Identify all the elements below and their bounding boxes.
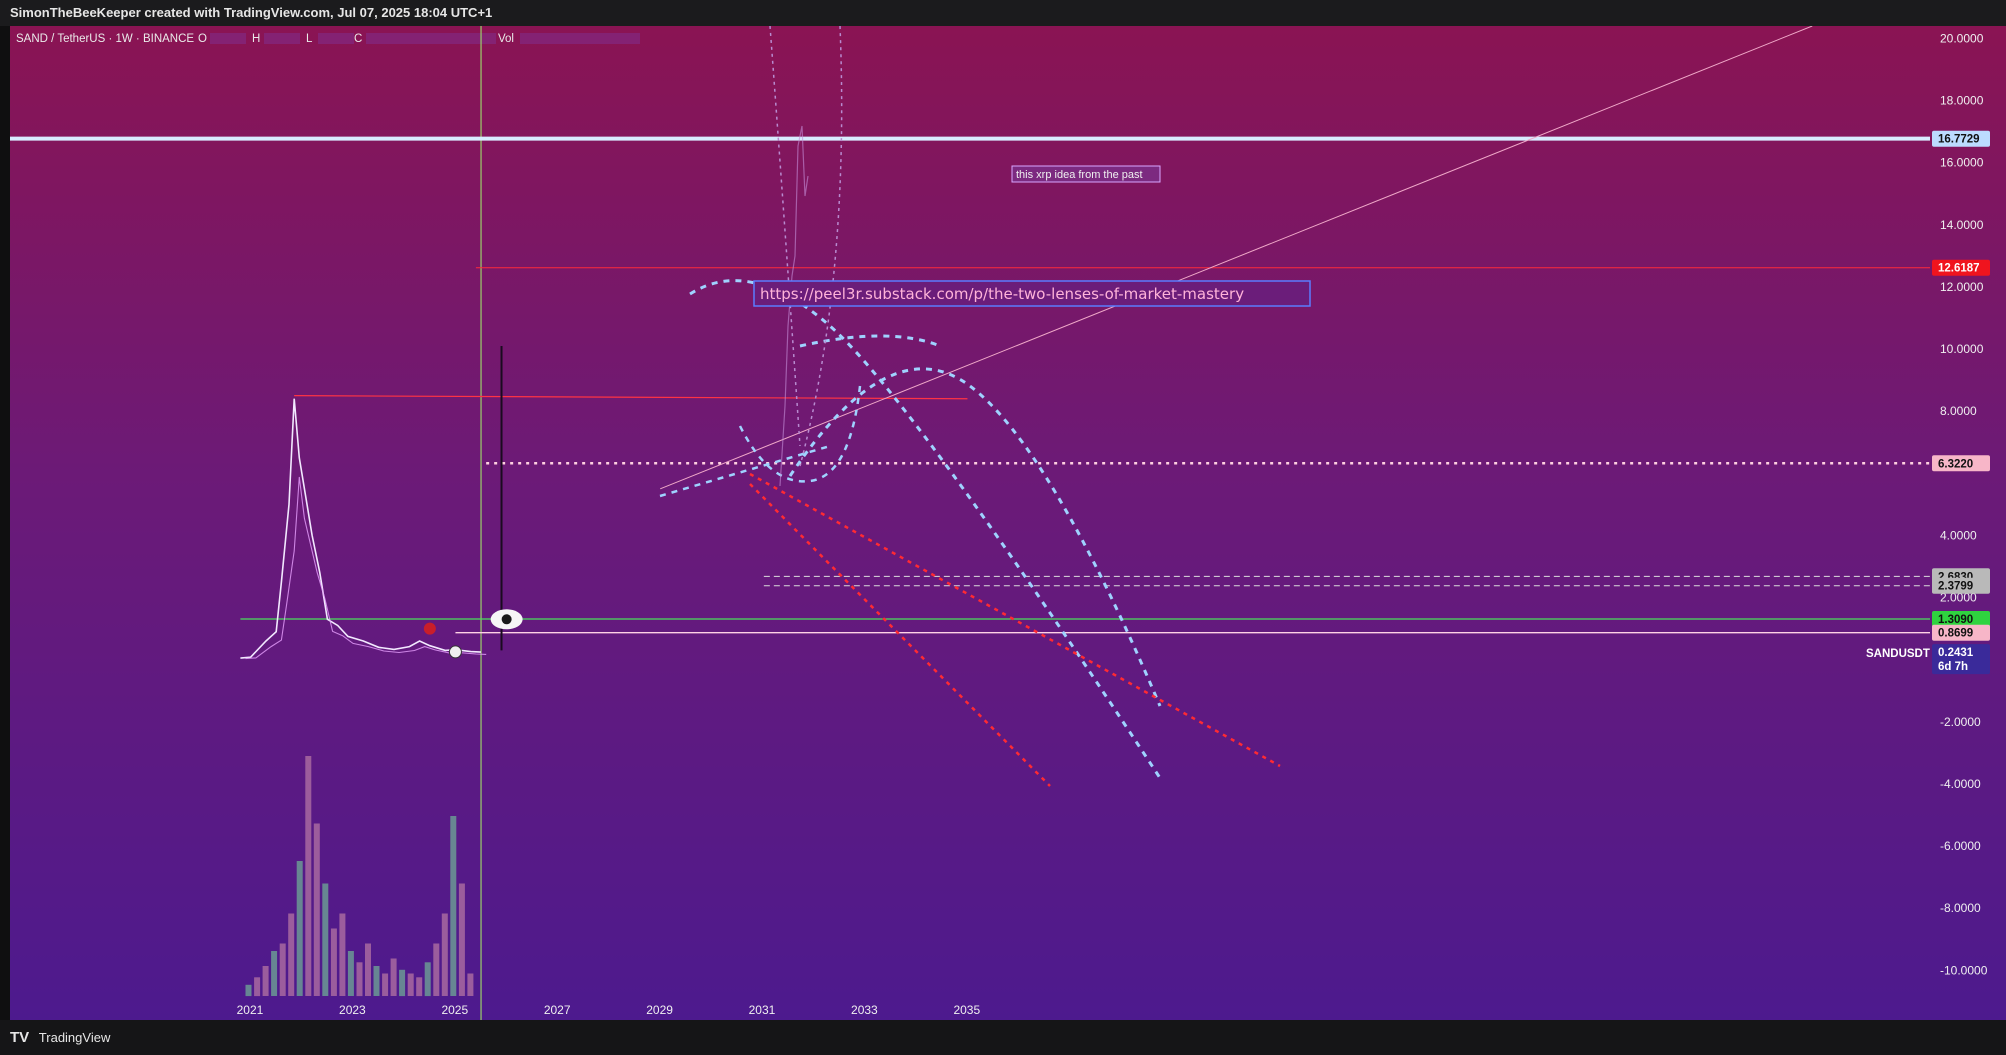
projection-arc-1	[689, 279, 1162, 779]
legend-o-label: O	[198, 33, 207, 45]
volume-bar	[245, 984, 252, 997]
legend-vol-label: Vol	[498, 33, 514, 45]
volume-bar	[416, 977, 423, 997]
price-line-ma	[245, 476, 487, 660]
legend-symbol: SAND / TetherUS · 1W · BINANCE	[16, 33, 194, 45]
legend-c-label: C	[354, 33, 362, 45]
volume-bar	[424, 962, 431, 997]
volume-bar	[279, 943, 286, 996]
small-eye-icon	[448, 645, 462, 659]
y-tick-label: 12.0000	[1940, 280, 1984, 294]
volume-bar	[254, 977, 261, 997]
price-axis-svg: 20.0000 18.0000 16.0000 14.0000 12.0000 10.00…	[1932, 31, 1990, 977]
price-tag-text: 1.3090	[1938, 614, 1973, 626]
volume-bar	[467, 973, 474, 996]
volume-bar	[382, 973, 389, 996]
y-tick-label: 18.0000	[1940, 94, 1984, 108]
last-price-symbol: SANDUSDT	[1866, 648, 1930, 660]
resistance-line	[294, 395, 968, 400]
volume-bar	[330, 928, 337, 996]
price-tag-text: 0.8699	[1938, 628, 1973, 640]
last-price-countdown: 6d 7h	[1938, 661, 1968, 673]
volume-bar	[339, 913, 346, 996]
footer-bar: TV TradingView	[0, 1020, 2006, 1055]
volume-bar	[458, 883, 465, 996]
header-title: SimonTheBeeKeeper created with TradingVi…	[10, 5, 493, 20]
price-tag-text: 16.7729	[1938, 134, 1980, 146]
x-tick-label: 2035	[953, 1003, 980, 1017]
url-link-text: https://peel3r.substack.com/p/the-two-le…	[760, 285, 1244, 303]
x-tick-label: 2031	[749, 1003, 776, 1017]
diagonal-trendline	[660, 26, 1813, 490]
volume-bar	[288, 913, 295, 996]
projection-arc-4	[738, 385, 862, 483]
volume-bar	[305, 756, 312, 996]
volume-bar	[433, 943, 440, 996]
volume-bar	[450, 816, 457, 996]
volume-bar	[441, 913, 448, 996]
y-tick-label: 14.0000	[1940, 218, 1984, 232]
volume-bar	[322, 883, 329, 996]
price-tag-text: 6.3220	[1938, 458, 1973, 470]
x-tick-label: 2033	[851, 1003, 878, 1017]
x-tick-label: 2027	[544, 1003, 571, 1017]
legend-o-value-blur	[210, 33, 246, 44]
chart-canvas[interactable]: SAND / TetherUS · 1W · BINANCE O H L C Vol thi…	[10, 26, 1930, 1020]
eye-pupil	[501, 614, 512, 625]
red-projection-1	[749, 472, 1281, 768]
y-tick-label: 20.0000	[1940, 31, 1984, 45]
legend-l-value-blur	[318, 33, 354, 44]
legend-h-value-blur	[264, 33, 300, 44]
volume-bar	[271, 951, 278, 996]
footer-brand: TradingView	[38, 1030, 111, 1045]
x-tick-label: 2029	[646, 1003, 673, 1017]
last-price-text: 0.2431	[1938, 647, 1974, 659]
y-tick-label: -8.0000	[1940, 901, 1981, 915]
projection-arc-2	[788, 367, 1162, 707]
price-tag-text: 2.3799	[1938, 581, 1973, 593]
legend-l-label: L	[306, 33, 313, 45]
x-tick-label: 2021	[237, 1003, 264, 1017]
tradingview-logo-icon: TV	[10, 1029, 30, 1046]
rose-icon	[423, 622, 436, 635]
volume-bar	[407, 973, 414, 996]
y-tick-label: 10.0000	[1940, 342, 1984, 356]
legend-c-value-blur	[366, 33, 496, 44]
legend-h-label: H	[252, 33, 260, 45]
volume-bar	[399, 969, 406, 997]
volume-bar	[262, 966, 269, 996]
faint-curve-2	[799, 26, 843, 467]
idea-note-text: this xrp idea from the past	[1016, 169, 1143, 181]
volume-bar	[365, 943, 371, 996]
y-tick-label: 16.0000	[1940, 156, 1984, 170]
projection-arc-3	[799, 334, 941, 348]
eye-icon	[490, 609, 523, 630]
y-tick-label: -4.0000	[1940, 777, 1981, 791]
x-tick-label: 2025	[441, 1003, 468, 1017]
legend-vol-value-blur	[520, 33, 640, 44]
chart-header: SimonTheBeeKeeper created with TradingVi…	[0, 0, 2006, 26]
y-tick-label: -10.0000	[1940, 963, 1988, 977]
price-tag-text: 12.6187	[1938, 263, 1980, 275]
y-tick-label: 4.0000	[1940, 528, 1977, 542]
volume-bar	[373, 966, 380, 996]
volume-bar	[356, 962, 363, 997]
y-tick-label: -2.0000	[1940, 715, 1981, 729]
volume-bar	[390, 958, 397, 996]
y-tick-label: -6.0000	[1940, 839, 1981, 853]
volume-bar	[347, 951, 354, 996]
price-axis[interactable]: 20.0000 18.0000 16.0000 14.0000 12.0000 10.00…	[1930, 26, 2006, 1020]
red-projection-2	[749, 483, 1051, 787]
chart-svg[interactable]: SAND / TetherUS · 1W · BINANCE O H L C Vol thi…	[10, 26, 1930, 1020]
volume-bar	[296, 861, 303, 996]
y-tick-label: 8.0000	[1940, 404, 1977, 418]
x-tick-label: 2023	[339, 1003, 366, 1017]
volume-bar	[313, 823, 320, 996]
